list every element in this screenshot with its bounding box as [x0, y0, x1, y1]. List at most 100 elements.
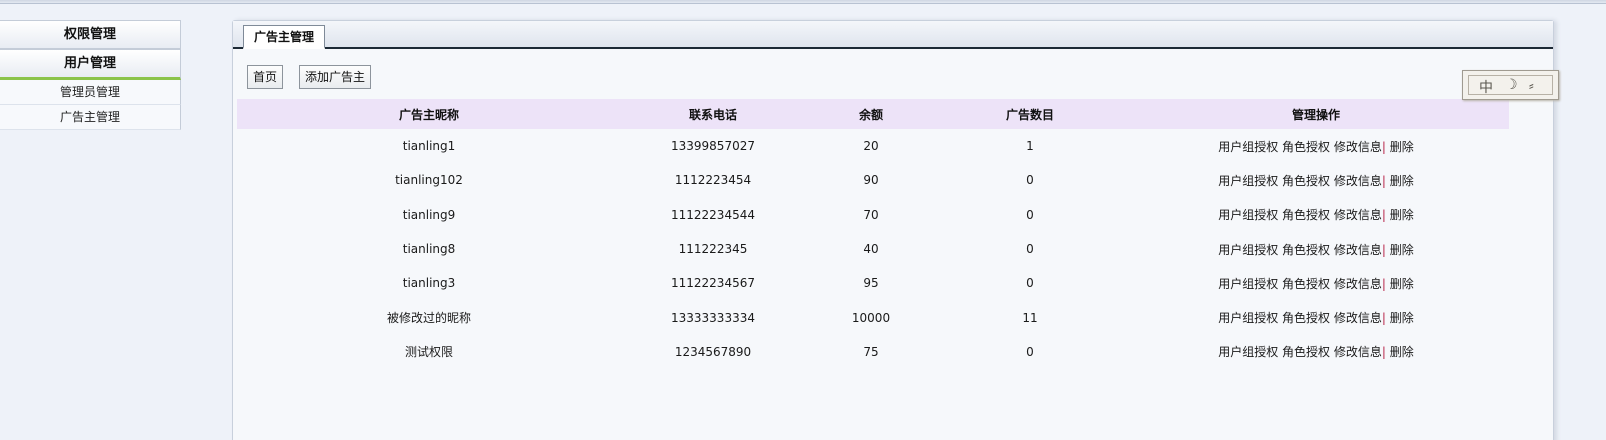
cell-nickname: tianling9 — [402, 207, 456, 222]
home-button[interactable]: 首页 — [247, 65, 284, 89]
table-row: tianling1 13399857027 20 1 用户组授权 角色授权 修改信息| … — [237, 129, 1509, 163]
table-row: tianling8 111222345 40 0 用户组授权 角色授权 修改信息| 删除 — [237, 232, 1509, 266]
edit-info-link[interactable]: 修改信息 — [1334, 345, 1382, 359]
main-panel: 广告主管理 首页 添加广告主 广告主昵称 联系电话 余额 广告数目 管理操作 t… — [232, 20, 1554, 440]
table-row: 测试权限 1234567890 75 0 用户组授权 角色授权 修改信息| 删除 — [237, 335, 1509, 369]
edit-info-link[interactable]: 修改信息 — [1334, 277, 1382, 291]
cell-actions: 用户组授权 角色授权 修改信息| 删除 — [1123, 232, 1509, 266]
delete-link[interactable]: 删除 — [1390, 140, 1414, 154]
cell-nickname: tianling8 — [402, 242, 456, 257]
delete-link[interactable]: 删除 — [1390, 311, 1414, 325]
cell-ad-count: 0 — [1026, 242, 1034, 257]
toolbar: 首页 添加广告主 — [247, 65, 372, 89]
column-header-phone: 联系电话 — [688, 107, 737, 122]
cell-actions: 用户组授权 角色授权 修改信息| 删除 — [1123, 266, 1509, 300]
column-header-nickname: 广告主昵称 — [398, 107, 459, 122]
delete-link[interactable]: 删除 — [1390, 243, 1414, 257]
cell-actions: 用户组授权 角色授权 修改信息| 删除 — [1123, 163, 1509, 197]
column-header-balance: 余额 — [858, 107, 883, 122]
role-auth-link[interactable]: 角色授权 — [1282, 277, 1330, 291]
tab-bar: 广告主管理 — [233, 21, 1553, 49]
role-auth-link[interactable]: 角色授权 — [1282, 174, 1330, 188]
user-group-auth-link[interactable]: 用户组授权 — [1218, 140, 1278, 154]
tab-advertiser-management[interactable]: 广告主管理 — [243, 25, 326, 49]
table-row: tianling9 11122234544 70 0 用户组授权 角色授权 修改信息| … — [237, 198, 1509, 232]
action-separator: | — [1381, 345, 1386, 360]
edit-info-link[interactable]: 修改信息 — [1334, 140, 1382, 154]
action-separator: | — [1381, 276, 1386, 291]
cell-phone: 1234567890 — [674, 344, 752, 359]
user-group-auth-link[interactable]: 用户组授权 — [1218, 208, 1278, 222]
table-row: 被修改过的昵称 13333333334 10000 11 用户组授权 角色授权 修改信息… — [237, 300, 1509, 334]
delete-link[interactable]: 删除 — [1390, 174, 1414, 188]
action-separator: | — [1381, 208, 1386, 223]
ime-width-icon[interactable]: ⸗ — [1529, 77, 1534, 94]
user-group-auth-link[interactable]: 用户组授权 — [1218, 345, 1278, 359]
cell-actions: 用户组授权 角色授权 修改信息| 删除 — [1123, 335, 1509, 369]
advertiser-table: 广告主昵称 联系电话 余额 广告数目 管理操作 tianling1 1339985… — [237, 99, 1509, 369]
role-auth-link[interactable]: 角色授权 — [1282, 345, 1330, 359]
delete-link[interactable]: 删除 — [1390, 345, 1414, 359]
cell-balance: 70 — [863, 207, 879, 222]
sidebar-item-advertiser-management[interactable]: 广告主管理 — [0, 105, 181, 130]
user-group-auth-link[interactable]: 用户组授权 — [1218, 311, 1278, 325]
action-separator: | — [1381, 139, 1386, 154]
action-separator: | — [1381, 311, 1386, 326]
delete-link[interactable]: 删除 — [1390, 277, 1414, 291]
edit-info-link[interactable]: 修改信息 — [1334, 174, 1382, 188]
cell-nickname: tianling102 — [395, 173, 463, 188]
cell-ad-count: 0 — [1026, 344, 1034, 359]
cell-phone: 11122234544 — [671, 207, 755, 222]
sidebar-section-users[interactable]: 用户管理 — [0, 49, 181, 80]
add-advertiser-button[interactable]: 添加广告主 — [299, 65, 372, 89]
cell-actions: 用户组授权 角色授权 修改信息| 删除 — [1123, 300, 1509, 334]
cell-ad-count: 0 — [1026, 207, 1034, 222]
top-border — [0, 0, 1606, 4]
cell-phone: 11122234567 — [671, 276, 755, 291]
cell-balance: 95 — [863, 276, 879, 291]
edit-info-link[interactable]: 修改信息 — [1334, 208, 1382, 222]
ime-chinese-mode-icon[interactable]: 中 — [1479, 77, 1493, 97]
cell-phone: 111222345 — [678, 242, 748, 257]
user-group-auth-link[interactable]: 用户组授权 — [1218, 174, 1278, 188]
user-group-auth-link[interactable]: 用户组授权 — [1218, 277, 1278, 291]
role-auth-link[interactable]: 角色授权 — [1282, 243, 1330, 257]
ime-toolbar[interactable]: 中 ☽ ⸗ — [1462, 70, 1559, 100]
cell-ad-count: 11 — [1022, 310, 1038, 325]
cell-phone: 13333333334 — [671, 310, 755, 325]
table-header-row: 广告主昵称 联系电话 余额 广告数目 管理操作 — [237, 99, 1509, 129]
sidebar: 权限管理 用户管理 管理员管理 广告主管理 — [0, 20, 181, 130]
cell-actions: 用户组授权 角色授权 修改信息| 删除 — [1123, 198, 1509, 232]
action-separator: | — [1381, 173, 1386, 188]
delete-link[interactable]: 删除 — [1390, 208, 1414, 222]
column-header-actions: 管理操作 — [1291, 107, 1340, 122]
role-auth-link[interactable]: 角色授权 — [1282, 208, 1330, 222]
cell-ad-count: 0 — [1026, 173, 1034, 188]
ime-punctuation-icon[interactable]: ☽ — [1505, 77, 1518, 93]
column-header-ad-count: 广告数目 — [1005, 107, 1054, 122]
table-row: tianling102 1112223454 90 0 用户组授权 角色授权 修改信息|… — [237, 163, 1509, 197]
cell-balance: 10000 — [851, 310, 891, 325]
user-group-auth-link[interactable]: 用户组授权 — [1218, 243, 1278, 257]
cell-balance: 90 — [863, 173, 879, 188]
cell-phone: 13399857027 — [671, 139, 755, 154]
edit-info-link[interactable]: 修改信息 — [1334, 243, 1382, 257]
cell-nickname: tianling3 — [402, 276, 456, 291]
role-auth-link[interactable]: 角色授权 — [1282, 311, 1330, 325]
table-row: tianling3 11122234567 95 0 用户组授权 角色授权 修改信息| … — [237, 266, 1509, 300]
cell-actions: 用户组授权 角色授权 修改信息| 删除 — [1123, 129, 1509, 163]
cell-nickname: 被修改过的昵称 — [386, 311, 471, 326]
cell-balance: 40 — [863, 242, 879, 257]
cell-nickname: tianling1 — [402, 139, 456, 154]
cell-balance: 75 — [863, 344, 879, 359]
role-auth-link[interactable]: 角色授权 — [1282, 140, 1330, 154]
action-separator: | — [1381, 242, 1386, 257]
sidebar-section-permissions[interactable]: 权限管理 — [0, 20, 181, 49]
cell-ad-count: 1 — [1026, 139, 1034, 154]
cell-phone: 1112223454 — [674, 173, 752, 188]
cell-nickname: 测试权限 — [404, 345, 453, 360]
sidebar-item-admin-management[interactable]: 管理员管理 — [0, 80, 181, 105]
edit-info-link[interactable]: 修改信息 — [1334, 311, 1382, 325]
cell-balance: 20 — [863, 139, 879, 154]
cell-ad-count: 0 — [1026, 276, 1034, 291]
